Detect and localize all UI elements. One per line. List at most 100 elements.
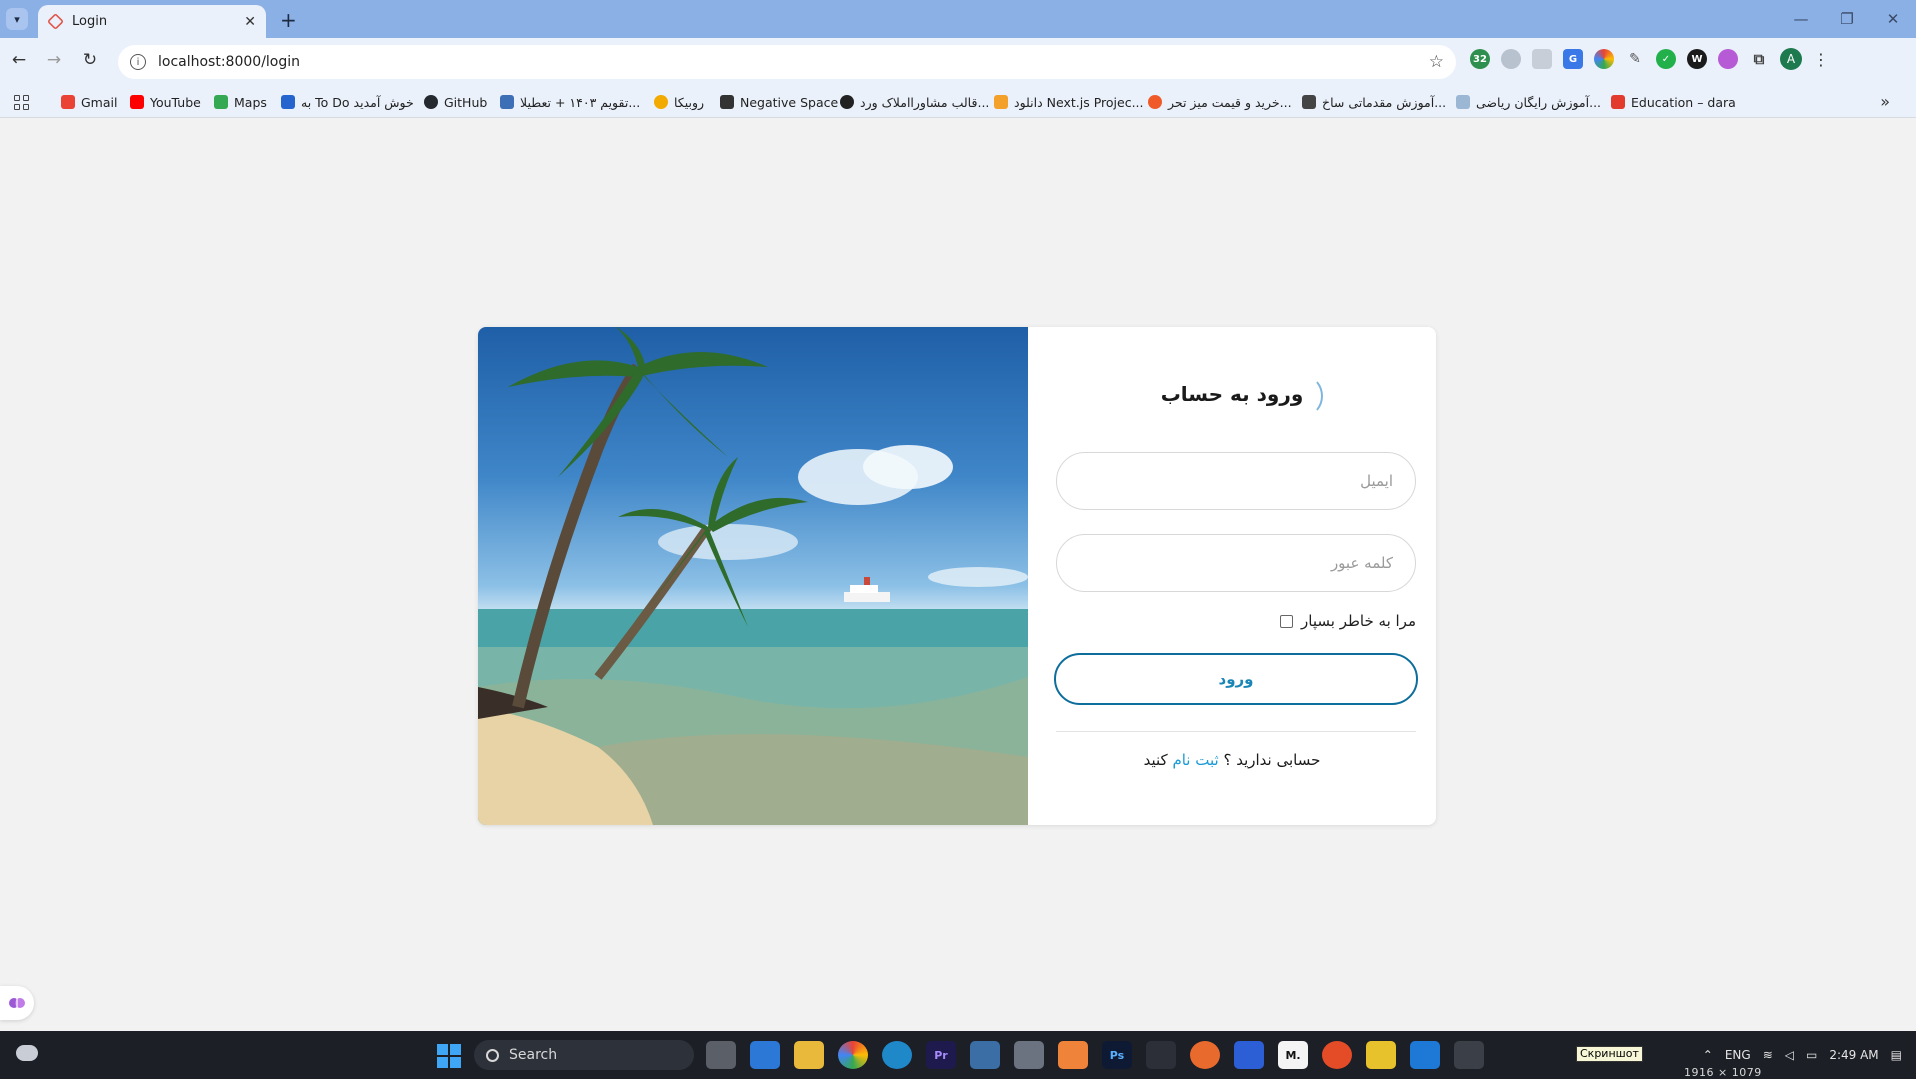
forward-arrow-icon[interactable]: → [42, 50, 66, 70]
w-extension-icon[interactable]: W [1687, 49, 1707, 69]
clock[interactable]: 2:49 AM [1829, 1047, 1878, 1063]
brain-extension-floating-icon[interactable] [0, 986, 34, 1020]
calculator-app-icon[interactable] [970, 1041, 1000, 1069]
url-text[interactable]: localhost:8000/login [158, 54, 1417, 70]
bookmark-desk-shop[interactable]: خرید و قیمت میز تحر... [1148, 93, 1292, 111]
search-icon [486, 1048, 499, 1062]
m-app-icon[interactable]: M. [1278, 1041, 1308, 1069]
terminal-icon[interactable] [1454, 1041, 1484, 1069]
edge-icon[interactable] [882, 1041, 912, 1069]
bookmark-youtube[interactable]: YouTube [130, 93, 201, 111]
bookmark-label: آموزش رایگان ریاضی... [1476, 94, 1602, 110]
bookmark-maps[interactable]: Maps [214, 93, 267, 111]
vscode-icon[interactable] [1410, 1041, 1440, 1069]
bookmark-todo[interactable]: به To Do خوش آمدید [281, 93, 414, 111]
email-field[interactable] [1056, 452, 1416, 510]
bookmark-course[interactable]: آموزش مقدماتی ساخ... [1302, 93, 1446, 111]
minimize-icon[interactable]: — [1778, 0, 1824, 38]
back-arrow-icon[interactable]: ← [7, 50, 31, 70]
bookmark-label: Negative Space [740, 94, 839, 110]
remember-me-checkbox[interactable] [1280, 614, 1294, 628]
profile-avatar[interactable]: A [1780, 48, 1802, 70]
wifi-icon[interactable]: ≋ [1763, 1048, 1773, 1062]
signup-suffix: کنید [1143, 751, 1168, 769]
youtube-icon [130, 95, 144, 109]
remember-me[interactable]: مرا به خاطر بسپار [1280, 612, 1416, 630]
maps-icon [214, 95, 228, 109]
brain-extension-icon[interactable] [1718, 49, 1738, 69]
bookmark-rubika[interactable]: روبیکا [654, 93, 704, 111]
more-menu-icon[interactable]: ⋮ [1813, 50, 1829, 69]
file-explorer-icon[interactable] [794, 1041, 824, 1069]
record-app-icon[interactable] [1322, 1041, 1352, 1069]
grid-extension-icon[interactable] [1532, 49, 1552, 69]
notification-icon[interactable]: ▤ [1891, 1048, 1902, 1062]
task-view-icon[interactable] [706, 1041, 736, 1069]
login-button[interactable]: ورود [1054, 653, 1418, 705]
reload-icon[interactable]: ↻ [78, 50, 102, 70]
password-field[interactable] [1056, 534, 1416, 592]
close-window-icon[interactable]: ✕ [1870, 0, 1916, 38]
camera-icon[interactable] [1014, 1041, 1044, 1069]
photoshop-icon[interactable]: Ps [1102, 1041, 1132, 1069]
bookmark-label: تقویم ۱۴۰۳ + تعطیلا... [520, 94, 641, 110]
new-tab-plus-icon[interactable]: + [280, 8, 297, 32]
tab-search-chevron-icon[interactable]: ▾ [6, 8, 28, 30]
diamond-app-icon[interactable] [1146, 1041, 1176, 1069]
screenshot-dimensions: 1916 × 1079 [1684, 1066, 1762, 1079]
app-store-icon[interactable] [750, 1041, 780, 1069]
screenshot-tool[interactable]: Скриншот [1516, 1040, 1643, 1079]
hexagon-app-icon[interactable] [1366, 1041, 1396, 1069]
check-extension-icon[interactable]: ✓ [1656, 49, 1676, 69]
github-icon [424, 95, 438, 109]
puzzle-extensions-icon[interactable]: ⧉ [1749, 49, 1769, 69]
language-indicator[interactable]: ENG [1725, 1048, 1751, 1062]
pen-extension-icon[interactable]: ✎ [1625, 49, 1645, 69]
bookmark-template[interactable]: قالب مشاورااملاک ورد... [840, 93, 989, 111]
taskbar-search[interactable]: Search [474, 1040, 694, 1070]
bookmark-math[interactable]: آموزش رایگان ریاضی... [1456, 93, 1601, 111]
bookmark-star-icon[interactable]: ☆ [1429, 52, 1444, 72]
apps-grid-icon[interactable] [14, 95, 29, 110]
signup-link[interactable]: ثبت نام [1172, 751, 1218, 769]
bookmark-gmail[interactable]: Gmail [61, 93, 117, 111]
extensions-area: 32 G ✎ ✓ W ⧉ A ⋮ [1470, 48, 1829, 70]
premiere-icon[interactable]: Pr [926, 1041, 956, 1069]
volume-icon[interactable]: ◁ [1785, 1048, 1794, 1062]
battery-icon[interactable]: ▭ [1806, 1048, 1817, 1062]
browser-tab[interactable]: Login ✕ [38, 5, 266, 38]
restore-icon[interactable]: ❐ [1824, 0, 1870, 38]
bookmark-nextjs[interactable]: دانلود Next.js Projec... [994, 93, 1144, 111]
bookmark-education[interactable]: Education – dara [1611, 93, 1736, 111]
title-row: ورود به حساب [1028, 376, 1436, 416]
windows-start-icon[interactable] [437, 1044, 461, 1068]
weather-cloud-icon[interactable] [16, 1045, 38, 1061]
xampp-icon[interactable] [1058, 1041, 1088, 1069]
bookmark-label: به To Do خوش آمدید [301, 94, 414, 110]
chrome-icon[interactable] [838, 1041, 868, 1069]
bookmarks-overflow-icon[interactable]: » [1880, 92, 1890, 111]
shop-icon [1148, 95, 1162, 109]
address-bar[interactable]: i localhost:8000/login ☆ [118, 45, 1456, 79]
shield-extension-icon[interactable] [1501, 49, 1521, 69]
brain-icon [9, 997, 25, 1009]
remember-me-label: مرا به خاطر بسپار [1301, 612, 1416, 630]
title-wrap: ورود به حساب [1161, 376, 1324, 416]
tray-overflow-icon[interactable]: ⌃ [1703, 1048, 1713, 1062]
bookmark-github[interactable]: GitHub [424, 93, 487, 111]
shield-app-icon[interactable] [1234, 1041, 1264, 1069]
extension-badge-icon[interactable]: 32 [1470, 49, 1490, 69]
bookmark-negative-space[interactable]: Negative Space [720, 93, 838, 111]
site-info-icon[interactable]: i [130, 54, 146, 70]
bookmark-calendar[interactable]: تقویم ۱۴۰۳ + تعطیلا... [500, 93, 640, 111]
email-input[interactable] [1077, 471, 1395, 491]
translate-extension-icon[interactable]: G [1563, 49, 1583, 69]
browser-toolbar: ← → ↻ i localhost:8000/login ☆ 32 G ✎ ✓ … [0, 38, 1916, 86]
beach-illustration [478, 327, 1028, 825]
brush-app-icon[interactable] [1190, 1041, 1220, 1069]
bookmark-label: قالب مشاورااملاک ورد... [860, 94, 990, 110]
tab-title: Login [72, 14, 108, 29]
color-picker-extension-icon[interactable] [1594, 49, 1614, 69]
password-input[interactable] [1077, 553, 1395, 573]
tab-close-icon[interactable]: ✕ [244, 14, 256, 30]
